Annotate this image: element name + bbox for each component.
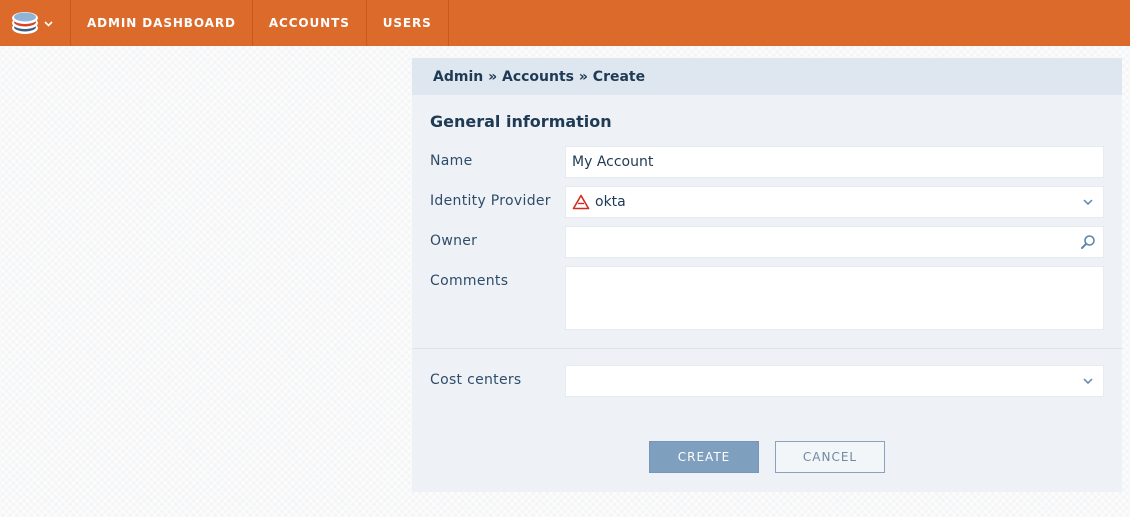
identity-provider-select[interactable]: okta <box>565 186 1104 218</box>
comments-textarea[interactable] <box>565 266 1104 330</box>
identity-provider-label: Identity Provider <box>430 193 551 209</box>
top-navigation-bar: ADMIN DASHBOARD ACCOUNTS USERS <box>0 0 1130 46</box>
chevron-down-icon <box>44 21 53 27</box>
comments-label: Comments <box>430 273 509 289</box>
chevron-down-icon <box>1083 378 1093 384</box>
name-input-value: My Account <box>572 154 654 170</box>
search-icon[interactable] <box>1080 234 1096 250</box>
cost-centers-select[interactable] <box>565 365 1104 397</box>
app-menu-button[interactable] <box>0 0 71 46</box>
owner-label: Owner <box>430 233 478 249</box>
name-label: Name <box>430 153 473 169</box>
nav-users[interactable]: USERS <box>367 0 449 46</box>
cancel-button[interactable]: CANCEL <box>775 441 885 473</box>
nav-accounts[interactable]: ACCOUNTS <box>253 0 367 46</box>
stacked-layers-icon <box>12 12 38 34</box>
section-title: General information <box>430 112 612 131</box>
owner-input[interactable] <box>565 226 1104 258</box>
identity-provider-value: okta <box>595 194 626 210</box>
name-input[interactable]: My Account <box>565 146 1104 178</box>
create-account-panel: Admin » Accounts » Create General inform… <box>412 58 1122 492</box>
section-divider <box>412 348 1122 349</box>
okta-logo-icon <box>572 194 590 210</box>
nav-admin-dashboard[interactable]: ADMIN DASHBOARD <box>71 0 253 46</box>
breadcrumb: Admin » Accounts » Create <box>412 58 1122 95</box>
create-button[interactable]: CREATE <box>649 441 759 473</box>
chevron-down-icon <box>1083 199 1093 205</box>
cost-centers-label: Cost centers <box>430 372 522 388</box>
